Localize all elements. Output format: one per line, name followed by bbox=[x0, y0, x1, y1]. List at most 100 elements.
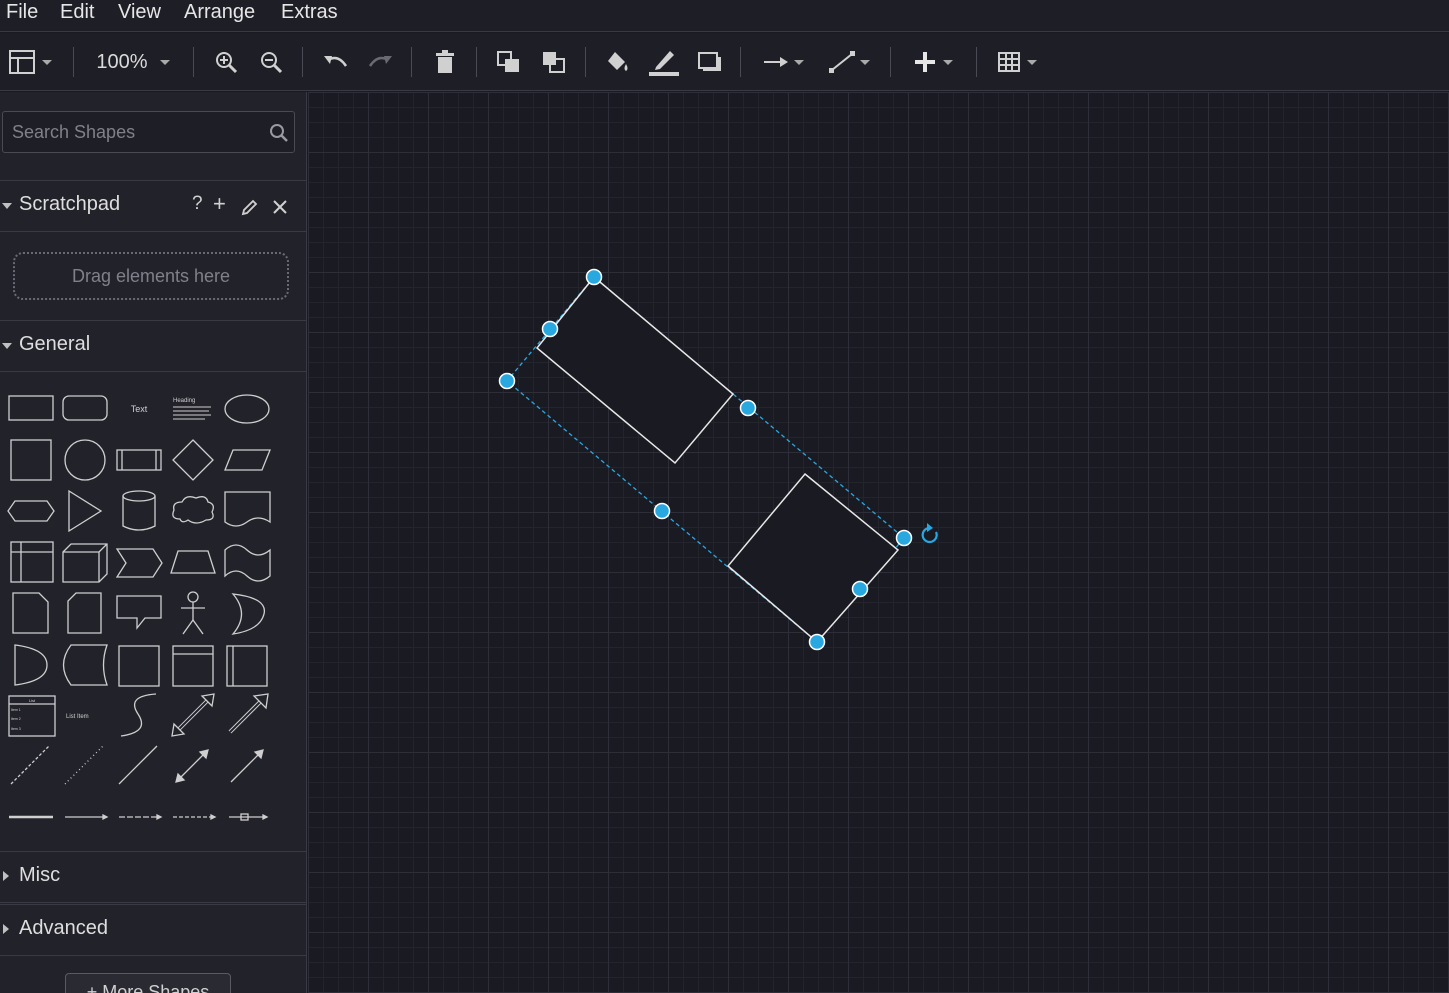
resize-handle-left[interactable] bbox=[498, 372, 516, 390]
connection-style-button[interactable] bbox=[757, 45, 809, 79]
resize-handle-bottom[interactable] bbox=[808, 633, 826, 651]
drawing-canvas[interactable] bbox=[308, 92, 1449, 993]
resize-handle-top-right[interactable] bbox=[739, 399, 757, 417]
shape-rounded-rectangle[interactable] bbox=[62, 395, 108, 421]
shape-callout[interactable] bbox=[116, 595, 162, 630]
shadow-button[interactable] bbox=[695, 45, 725, 79]
shape-frame[interactable] bbox=[172, 645, 214, 687]
shape-list-label: List bbox=[29, 698, 36, 703]
resize-handle-top-left[interactable] bbox=[541, 320, 559, 338]
shape-line[interactable] bbox=[118, 745, 158, 785]
toolbar-divider bbox=[890, 47, 891, 77]
shape-bidirectional-connector[interactable] bbox=[175, 749, 209, 783]
shape-hexagon[interactable] bbox=[7, 500, 55, 522]
shape-swimlane[interactable] bbox=[226, 645, 268, 687]
shape-list-item[interactable]: List Item bbox=[66, 714, 89, 720]
misc-header[interactable]: Misc bbox=[0, 851, 306, 903]
toolbar-divider bbox=[411, 47, 412, 77]
shape-trapezoid[interactable] bbox=[170, 550, 216, 574]
zoom-out-button[interactable] bbox=[256, 45, 286, 79]
shape-triangle[interactable] bbox=[68, 489, 103, 533]
shape-curve[interactable] bbox=[120, 693, 157, 737]
shape-list-entry-3: Item 3 bbox=[11, 727, 21, 731]
scratchpad-help-button[interactable]: ? bbox=[192, 193, 203, 215]
undo-icon bbox=[324, 56, 348, 67]
shape-cloud[interactable] bbox=[172, 496, 214, 524]
shape-note[interactable] bbox=[12, 592, 49, 634]
to-front-button[interactable] bbox=[494, 45, 524, 79]
line-color-button[interactable] bbox=[647, 45, 681, 79]
general-header[interactable]: General bbox=[0, 320, 306, 372]
shape-process[interactable] bbox=[116, 449, 162, 471]
shape-heading[interactable]: Heading bbox=[173, 398, 211, 420]
shape-data-storage[interactable] bbox=[62, 644, 108, 686]
shape-list[interactable]: List Item 1 Item 2 Item 3 bbox=[8, 695, 56, 737]
scratchpad-drop-zone[interactable]: Drag elements here bbox=[13, 252, 289, 300]
scratchpad-add-button[interactable]: + bbox=[213, 191, 226, 217]
shape-card[interactable] bbox=[67, 592, 102, 634]
shape-diamond[interactable] bbox=[172, 439, 214, 481]
format-panel-toggle-button[interactable] bbox=[4, 45, 56, 79]
menu-view[interactable]: View bbox=[118, 0, 161, 28]
resize-handle-bottom-left[interactable] bbox=[653, 502, 671, 520]
more-shapes-button[interactable]: + More Shapes bbox=[65, 973, 231, 993]
search-icon[interactable] bbox=[269, 123, 289, 143]
shape-cylinder[interactable] bbox=[122, 490, 156, 531]
scratchpad-header[interactable]: Scratchpad ? + bbox=[0, 180, 306, 232]
fill-color-button[interactable] bbox=[603, 45, 633, 79]
insert-button[interactable] bbox=[906, 45, 960, 79]
waypoints-button[interactable] bbox=[823, 45, 875, 79]
shape-text[interactable]: Text bbox=[131, 404, 148, 414]
menu-file[interactable]: File bbox=[6, 0, 38, 28]
chevron-right-icon bbox=[3, 924, 9, 934]
menu-arrange[interactable]: Arrange bbox=[184, 0, 255, 28]
shape-connector[interactable] bbox=[65, 813, 109, 821]
resize-handle-bottom-right[interactable] bbox=[851, 580, 869, 598]
fill-color-icon bbox=[608, 52, 628, 71]
shape-connector-symbol[interactable] bbox=[229, 813, 269, 821]
close-icon[interactable] bbox=[273, 200, 287, 214]
advanced-header[interactable]: Advanced bbox=[0, 904, 306, 956]
to-back-icon bbox=[543, 52, 565, 73]
to-back-button[interactable] bbox=[539, 45, 569, 79]
delete-button[interactable] bbox=[431, 45, 459, 79]
shape-square[interactable] bbox=[10, 439, 52, 481]
redo-button[interactable] bbox=[366, 45, 396, 79]
undo-button[interactable] bbox=[320, 45, 350, 79]
shape-dashed-line[interactable] bbox=[10, 745, 50, 785]
shape-ellipse[interactable] bbox=[224, 394, 270, 424]
shape-step[interactable] bbox=[115, 548, 163, 578]
shape-connector-label[interactable] bbox=[119, 813, 163, 821]
shape-internal-storage[interactable] bbox=[10, 541, 54, 583]
shape-connector-multi-label[interactable] bbox=[173, 813, 217, 821]
shape-tape[interactable] bbox=[224, 544, 271, 582]
resize-handle-top[interactable] bbox=[585, 268, 603, 286]
shape-document[interactable] bbox=[224, 491, 271, 527]
zoom-dropdown[interactable]: 100% bbox=[90, 45, 176, 79]
rotate-icon[interactable] bbox=[921, 523, 938, 544]
shape-or[interactable] bbox=[231, 593, 266, 635]
shape-arrow[interactable] bbox=[228, 693, 269, 734]
rotated-rectangle-shape[interactable] bbox=[535, 275, 735, 465]
shape-container[interactable] bbox=[118, 645, 160, 687]
shape-rectangle[interactable] bbox=[8, 395, 54, 421]
table-button[interactable] bbox=[991, 45, 1043, 79]
zoom-in-button[interactable] bbox=[211, 45, 241, 79]
shape-directional-connector[interactable] bbox=[230, 749, 264, 783]
menu-edit[interactable]: Edit bbox=[60, 0, 94, 28]
shape-list-entry-1: Item 1 bbox=[11, 708, 21, 712]
shape-actor[interactable] bbox=[181, 591, 205, 635]
chevron-down-icon bbox=[794, 59, 804, 65]
shape-parallelogram[interactable] bbox=[224, 449, 271, 471]
shape-dotted-line[interactable] bbox=[64, 745, 104, 785]
search-input[interactable] bbox=[12, 120, 262, 144]
shape-circle[interactable] bbox=[64, 439, 106, 481]
pencil-icon[interactable] bbox=[241, 198, 259, 216]
menu-extras[interactable]: Extras bbox=[281, 0, 338, 28]
shape-bidirectional-arrow[interactable] bbox=[171, 693, 215, 737]
resize-handle-right[interactable] bbox=[895, 529, 913, 547]
chevron-down-icon bbox=[943, 59, 953, 65]
shape-cube[interactable] bbox=[62, 543, 108, 583]
rotated-square-shape[interactable] bbox=[726, 472, 900, 644]
shape-and[interactable] bbox=[14, 644, 48, 686]
